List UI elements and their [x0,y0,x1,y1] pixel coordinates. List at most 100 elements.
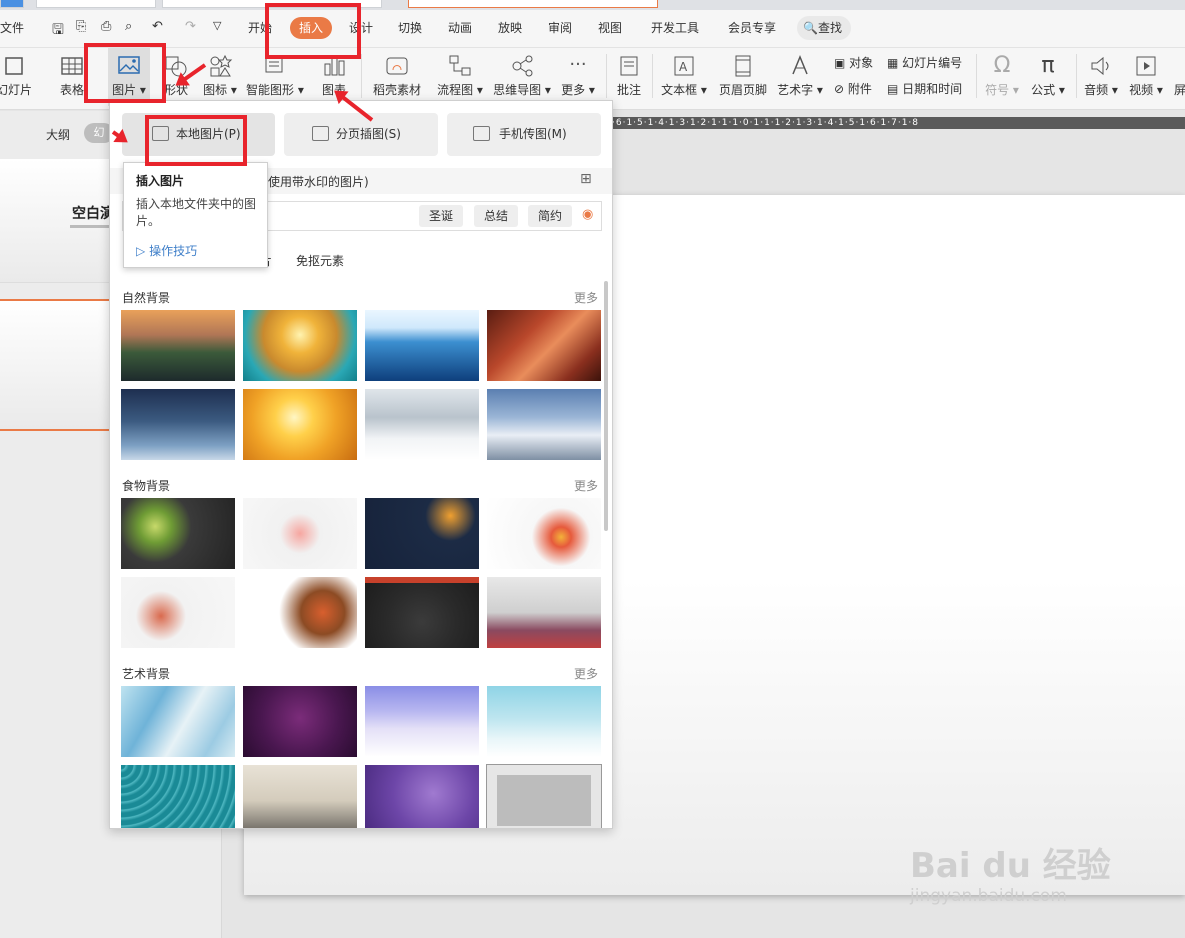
redo-icon[interactable]: ↷ [185,19,196,34]
thumb-watercolor-violet[interactable] [365,686,479,757]
menu-item[interactable]: 放映 [498,19,522,36]
menu-item[interactable]: 开发工具 [651,19,699,36]
tag-simple[interactable]: 简约 [528,205,573,227]
section-art-title: 艺术背景 [122,667,171,681]
panel-scrollbar[interactable] [604,281,608,531]
menu-item[interactable]: 文件 [0,19,24,36]
symbol-label: 符号 ▾ [985,83,1019,97]
video-icon [1136,56,1156,76]
thumb-teal-pattern[interactable] [121,765,235,828]
paged-picture-option[interactable]: 分页插图(S) [284,113,438,156]
thumb-salad-white[interactable] [121,577,235,648]
thumb-snow-mountains[interactable] [487,389,601,460]
thumb-iceberg[interactable] [365,310,479,381]
thumb-fruit-dark[interactable] [365,498,479,569]
textbox-label: 文本框 ▾ [661,83,707,97]
undo-group-icon[interactable]: ⎘ [76,19,86,34]
thumb-watercolor-blue[interactable] [121,686,235,757]
thumb-mountain-lake[interactable] [121,310,235,381]
tab-fragment[interactable] [36,0,156,8]
slide-number-button[interactable]: ▦ 幻灯片编号 [887,54,962,71]
preview-icon[interactable]: ⌕ [125,19,132,34]
thumb-vegetables-dark[interactable] [365,577,479,648]
print-icon[interactable]: ⎙ [101,19,111,34]
section-art-more[interactable]: 更多 [574,665,598,682]
thumb-vegetables-row[interactable] [487,577,601,648]
video-button[interactable]: 视频 ▾ [1126,48,1166,106]
flowchart-button[interactable]: 流程图 ▾ [432,48,488,106]
thumb-bokeh-teal[interactable] [487,686,601,757]
thumb-seafood[interactable] [243,577,357,648]
symbol-button[interactable]: Ω 符号 ▾ [984,48,1020,106]
insert-picture-tooltip: 插入图片 插入本地文件夹中的图片。 ▷ 操作技巧 [123,162,268,268]
menu-item[interactable]: 视图 [598,19,622,36]
comment-button[interactable]: 批注 [612,48,646,106]
tooltip-tip-link[interactable]: ▷ 操作技巧 [136,242,197,259]
speaker-icon [1091,56,1109,76]
annotation-box-local-picture [145,115,247,166]
outline-tab[interactable]: 大纲 [46,126,70,143]
search-box[interactable]: 🔍查找 [797,16,851,40]
menu-item[interactable]: 切换 [398,19,422,36]
comment-label: 批注 [616,83,641,97]
thumb-sunset-sea[interactable] [243,310,357,381]
section-food-more[interactable]: 更多 [574,477,598,494]
menu-item[interactable]: 会员专享 [728,19,776,36]
save-icon[interactable]: 🖫 [52,19,64,43]
thumb-autumn-leaves[interactable] [243,389,357,460]
undo-icon[interactable]: ↶ [152,19,163,34]
object-button[interactable]: ▣ 对象 [834,54,873,71]
toolbar-tail-label: 屏 [1174,83,1185,97]
thumb-snow-night[interactable] [121,389,235,460]
horizontal-ruler: ·6·1·5·1·4·1·3·1·2·1·1·1·0·1·1·1·2·1·3·1… [612,117,1185,129]
thumb-ink-landscape[interactable] [243,765,357,828]
formula-button[interactable]: π 公式 ▾ [1028,48,1068,106]
comment-icon [620,56,638,76]
shell-material-button[interactable]: 稻壳素材 [370,48,424,106]
camera-icon[interactable]: ◉ [582,207,593,222]
audio-button[interactable]: 音频 ▾ [1082,48,1120,106]
thumb-salad-dark[interactable] [121,498,235,569]
wordart-button[interactable]: 艺术字 ▾ [776,48,824,106]
more-label: 更多 ▾ [561,83,595,97]
attachment-icon: ⊘ [834,82,845,96]
more-button[interactable]: ··· 更多 ▾ [560,48,596,106]
mindmap-button[interactable]: 思维导图 ▾ [490,48,554,106]
textbox-icon: A [674,56,694,76]
icon-label: 图标 ▾ [203,83,237,97]
thumbnail-subtitle-line [70,225,110,228]
phone-picture-icon [473,126,490,141]
category-cutout[interactable]: 免抠元素 [296,252,344,269]
thumb-frame[interactable] [486,764,602,828]
section-nature-title: 自然背景 [122,291,171,305]
formula-label: 公式 ▾ [1031,83,1065,97]
section-nature-more[interactable]: 更多 [574,289,598,306]
mindmap-icon [512,55,533,77]
new-slide-button[interactable]: 幻灯片 [0,48,38,106]
play-icon: ▷ [136,244,146,258]
icon-button[interactable]: 图标 ▾ [202,48,238,106]
menu-item[interactable]: 审阅 [548,19,572,36]
mindmap-label: 思维导图 ▾ [493,83,551,97]
customize-icon[interactable]: ▽ [213,19,221,32]
thumb-purple-texture[interactable] [243,686,357,757]
tab-fragment[interactable] [0,0,24,8]
thumb-citrus[interactable] [487,498,601,569]
thumb-snow-road[interactable] [365,389,479,460]
textbox-button[interactable]: A 文本框 ▾ [660,48,708,106]
menu-item[interactable]: 动画 [448,19,472,36]
tag-christmas[interactable]: 圣诞 [419,205,464,227]
grid-view-icon[interactable]: ⊞ [580,171,592,187]
thumb-purple-watercolor[interactable] [365,765,479,828]
datetime-button[interactable]: ▤ 日期和时间 [887,80,962,97]
tab-fragment-active[interactable] [408,0,658,8]
phone-picture-option[interactable]: 手机传图(M) [447,113,601,156]
search-label: 查找 [817,21,842,35]
header-footer-button[interactable]: 页眉页脚 [716,48,770,106]
tag-summary[interactable]: 总结 [474,205,519,227]
thumb-watermelon[interactable] [243,498,357,569]
thumb-red-canyon[interactable] [487,310,601,381]
flowchart-icon [449,55,471,76]
attachment-button[interactable]: ⊘ 附件 [834,80,872,97]
calendar-icon: ▤ [887,82,899,96]
